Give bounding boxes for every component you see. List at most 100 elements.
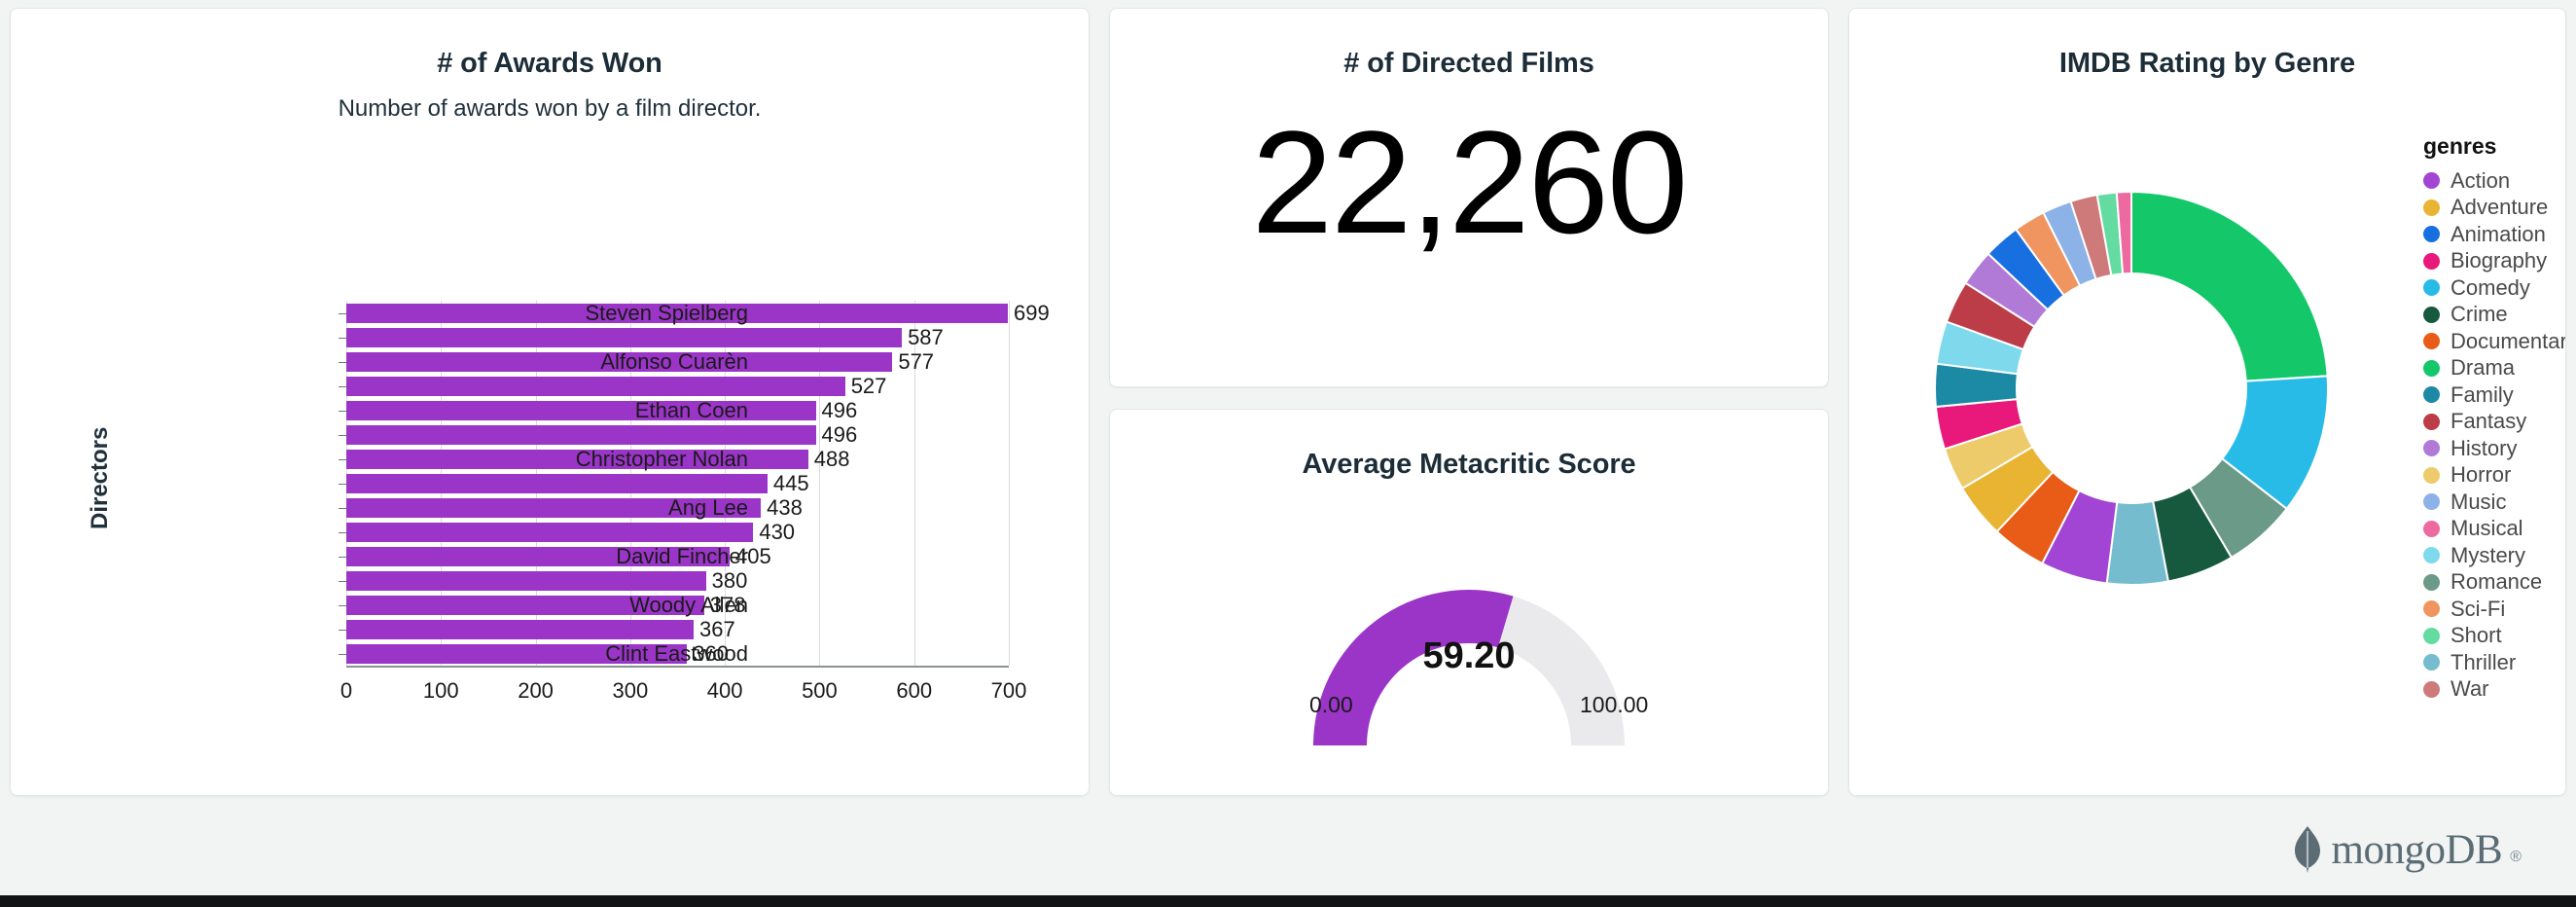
legend-item[interactable]: Family <box>2423 381 2566 409</box>
y-tick-mark <box>339 557 346 558</box>
legend-label: Family <box>2451 382 2514 408</box>
legend-label: Musical <box>2451 516 2523 541</box>
bar-item[interactable]: 587 <box>346 328 902 347</box>
legend-item[interactable]: Crime <box>2423 302 2566 329</box>
y-tick-label: Woody Allen <box>629 593 748 618</box>
legend-swatch-icon <box>2423 307 2440 323</box>
legend-label: Biography <box>2451 248 2547 273</box>
y-tick-label: Clint Eastwood <box>605 641 748 667</box>
bar-item[interactable]: 445 <box>346 474 768 493</box>
metacritic-gauge-card[interactable]: Average Metacritic Score 59.20 0.00 100.… <box>1109 409 1829 796</box>
legend-item[interactable]: Adventure <box>2423 195 2566 222</box>
awards-won-chart-card[interactable]: # of Awards Won Number of awards won by … <box>10 8 1090 796</box>
x-tick-label: 100 <box>423 678 459 704</box>
legend-label: Crime <box>2451 302 2508 327</box>
legend-label: Short <box>2451 623 2502 648</box>
y-tick-mark <box>339 532 346 533</box>
legend-item[interactable]: History <box>2423 435 2566 462</box>
bar-item[interactable]: 430 <box>346 523 753 542</box>
y-tick-label: Steven Spielberg <box>585 301 748 326</box>
legend-swatch-icon <box>2423 200 2440 216</box>
legend-item[interactable]: Documentary <box>2423 328 2566 355</box>
legend-label: Action <box>2451 168 2510 194</box>
legend-label: Adventure <box>2451 195 2548 220</box>
legend-item[interactable]: Sci-Fi <box>2423 596 2566 623</box>
legend-item[interactable]: Horror <box>2423 462 2566 490</box>
column-right: IMDB Rating by Genre genres ActionAdvent… <box>1848 8 2566 806</box>
bar-value-label: 438 <box>767 495 803 521</box>
bar-item[interactable]: 496 <box>346 425 816 445</box>
metacritic-value: 59.20 <box>1110 635 1828 677</box>
legend-swatch-icon <box>2423 333 2440 349</box>
y-tick-mark <box>339 386 346 387</box>
awards-won-plot: Directors 699Steven Spielberg587577Alfon… <box>11 145 1090 709</box>
bar-value-label: 577 <box>898 349 934 375</box>
y-tick-mark <box>339 313 346 314</box>
y-tick-mark <box>339 435 346 436</box>
legend-swatch-icon <box>2423 547 2440 563</box>
legend-item[interactable]: Short <box>2423 623 2566 650</box>
x-tick-label: 300 <box>612 678 648 704</box>
legend-item[interactable]: Comedy <box>2423 274 2566 302</box>
legend-swatch-icon <box>2423 386 2440 403</box>
directed-films-kpi-card[interactable]: # of Directed Films 22,260 <box>1109 8 1829 387</box>
y-tick-label: David Fincher <box>616 544 748 569</box>
legend-item[interactable]: Romance <box>2423 569 2566 597</box>
legend-item[interactable]: Mystery <box>2423 542 2566 569</box>
legend-label: Music <box>2451 490 2506 515</box>
bar-value-label: 380 <box>712 568 748 594</box>
bar-value-label: 587 <box>908 325 944 350</box>
y-tick-mark <box>339 630 346 631</box>
x-tick-label: 600 <box>896 678 932 704</box>
legend-item[interactable]: Drama <box>2423 355 2566 382</box>
y-tick-label: Christopher Nolan <box>576 447 748 472</box>
legend-label: Mystery <box>2451 543 2525 568</box>
legend-item[interactable]: Fantasy <box>2423 409 2566 436</box>
y-tick-label: Alfonso Cuarèn <box>600 349 748 375</box>
legend-swatch-icon <box>2423 654 2440 671</box>
legend-swatch-icon <box>2423 574 2440 591</box>
legend-item[interactable]: Animation <box>2423 221 2566 248</box>
gauge-max-label: 100.00 <box>1580 692 1648 718</box>
genre-donut <box>1869 126 2394 651</box>
mongodb-wordmark: mongoDB <box>2332 826 2503 874</box>
mongodb-leaf-icon <box>2291 825 2324 874</box>
y-axis-title: Directors <box>87 427 114 529</box>
bar-value-label: 699 <box>1014 301 1050 326</box>
legend-item[interactable]: Thriller <box>2423 649 2566 676</box>
legend-item[interactable]: Action <box>2423 167 2566 195</box>
y-tick-mark <box>339 581 346 582</box>
donut-svg <box>1869 126 2394 651</box>
legend-label: War <box>2451 676 2489 702</box>
bar-fill <box>346 474 768 493</box>
legend-label: Sci-Fi <box>2451 597 2505 622</box>
footer: mongoDB ® <box>0 806 2576 893</box>
donut-slice[interactable] <box>2131 192 2328 381</box>
y-tick-label: Ethan Coen <box>635 398 748 423</box>
metacritic-title: Average Metacritic Score <box>1110 410 1828 481</box>
legend-item[interactable]: War <box>2423 676 2566 704</box>
bar-fill <box>346 571 706 591</box>
legend-swatch-icon <box>2423 628 2440 644</box>
legend-item[interactable]: Musical <box>2423 516 2566 543</box>
legend-swatch-icon <box>2423 600 2440 617</box>
legend-title: genres <box>2423 133 2566 160</box>
bar-item[interactable]: 527 <box>346 377 845 396</box>
awards-won-title: # of Awards Won <box>11 9 1089 80</box>
gauge-min-label: 0.00 <box>1309 692 1353 718</box>
mongodb-brand[interactable]: mongoDB ® <box>2291 825 2522 874</box>
legend-items: ActionAdventureAnimationBiographyComedyC… <box>2423 167 2566 703</box>
bar-item[interactable]: 380 <box>346 571 706 591</box>
x-tick-label: 0 <box>340 678 352 704</box>
dashboard-board: # of Awards Won Number of awards won by … <box>0 0 2576 806</box>
legend-item[interactable]: Music <box>2423 489 2566 516</box>
legend-swatch-icon <box>2423 279 2440 296</box>
gridline <box>1009 301 1010 666</box>
legend-item[interactable]: Biography <box>2423 248 2566 275</box>
bar-item[interactable]: 367 <box>346 620 694 639</box>
registered-mark: ® <box>2510 849 2522 874</box>
imdb-genre-chart-card[interactable]: IMDB Rating by Genre genres ActionAdvent… <box>1848 8 2566 796</box>
bar-fill <box>346 328 902 347</box>
imdb-genre-title: IMDB Rating by Genre <box>1849 9 2565 80</box>
bar-value-label: 527 <box>851 374 887 399</box>
